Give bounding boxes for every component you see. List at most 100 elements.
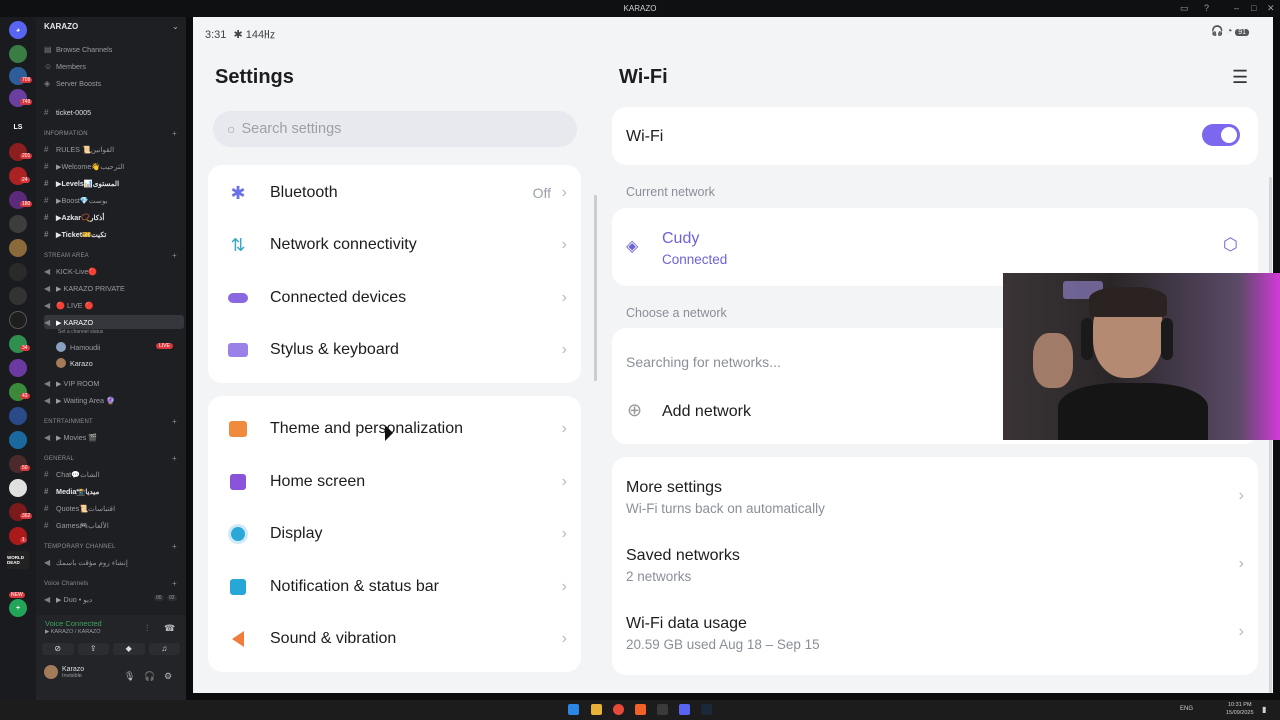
activity-icon[interactable]: ◆ (113, 643, 145, 655)
steam-icon[interactable] (701, 704, 712, 715)
clock-date[interactable]: 15/09/2025 (1226, 710, 1254, 716)
server-icon[interactable] (9, 215, 27, 233)
file-explorer-icon[interactable] (591, 704, 602, 715)
server-icon[interactable] (9, 407, 27, 425)
server-icon[interactable] (9, 359, 27, 377)
settings-item-devices[interactable]: Connected devices › (208, 272, 581, 324)
add-channel-icon[interactable]: + (172, 251, 177, 260)
screen-share-icon[interactable]: ⇪ (77, 643, 109, 655)
add-channel-icon[interactable]: + (172, 417, 177, 426)
add-channel-icon[interactable]: + (172, 454, 177, 463)
headphones-icon[interactable]: 🎧 (144, 671, 155, 682)
channel-rules[interactable]: # RULES 📜القوانين (44, 142, 180, 156)
settings-item-network[interactable]: ⇅ Network connectivity › (208, 219, 581, 271)
inbox-icon[interactable]: ▭ (1180, 3, 1189, 14)
camera-off-icon[interactable]: ⊘ (42, 643, 74, 655)
channel-chat[interactable]: # Chat💬الشات (44, 467, 180, 481)
settings-item-keyboard[interactable]: Stylus & keyboard › (208, 324, 581, 376)
windows-start-icon[interactable] (568, 704, 579, 715)
maximize-button[interactable]: □ (1251, 3, 1256, 13)
guild-name[interactable]: KARAZO (44, 22, 78, 31)
chrome-icon[interactable] (613, 704, 624, 715)
channel-vip-room[interactable]: ◀ ▶ VIP ROOM (44, 376, 180, 390)
more-settings-item[interactable]: More settings Wi-Fi turns back on automa… (612, 467, 1258, 527)
search-input[interactable]: ○ Search settings (213, 111, 577, 147)
channel-kick-live[interactable]: ◀ KICK-Live🔴 (44, 264, 180, 278)
channel-karazo-voice[interactable]: ◀ ▶ KARAZO (44, 315, 184, 329)
user-panel[interactable]: Karazo Invisible (44, 665, 84, 679)
server-icon[interactable] (9, 311, 27, 329)
chevron-down-icon[interactable]: ⌄ (172, 22, 179, 31)
channel-live[interactable]: ◀ 🔴 LIVE 🔴 (44, 298, 180, 312)
help-icon[interactable]: ? (1204, 3, 1209, 13)
close-button[interactable]: ✕ (1267, 3, 1275, 14)
channel-games[interactable]: # Games🎮الألعاب (44, 518, 180, 532)
channel-media[interactable]: # Media📸ميديا (44, 484, 180, 498)
category-entertainment[interactable]: ENTRTAINMENT (44, 419, 93, 425)
settings-item-display[interactable]: Display › (208, 508, 581, 560)
network-settings-icon[interactable]: ⬡ (1223, 235, 1238, 255)
server-icon[interactable] (9, 263, 27, 281)
brave-icon[interactable] (635, 704, 646, 715)
hash-icon: # (44, 195, 49, 205)
channel-temp-create[interactable]: ◀ إنشاء روم مؤقت باسمك (44, 555, 180, 569)
voice-user-karazo[interactable]: Karazo (56, 356, 192, 370)
channel-ticket-info[interactable]: # ▶Ticket🎫تكيت (44, 227, 180, 241)
settings-item-bluetooth[interactable]: ✱ Bluetooth Off › (208, 167, 581, 219)
voice-location[interactable]: ▶ KARAZO / KARAZO (45, 629, 101, 635)
add-server-icon[interactable]: + (9, 599, 27, 617)
minimize-button[interactable]: – (1234, 3, 1239, 13)
server-icon[interactable] (9, 287, 27, 305)
settings-item-sound[interactable]: Sound & vibration › (208, 613, 581, 665)
server-world-dead[interactable]: WORLD DEAD (7, 551, 29, 569)
category-voice[interactable]: Voice Channels (44, 581, 89, 587)
settings-item-home-screen[interactable]: Home screen › (208, 456, 581, 508)
split-view-icon[interactable]: ☰ (1232, 67, 1248, 88)
category-stream[interactable]: STREAM AREA (44, 253, 89, 259)
saved-networks-item[interactable]: Saved networks 2 networks › (612, 535, 1258, 595)
server-icon[interactable] (9, 239, 27, 257)
category-temporary[interactable]: TEMPORARY CHANNEL (44, 544, 116, 550)
noise-suppression-icon[interactable]: ⫶ (146, 623, 148, 634)
gear-icon[interactable]: ⚙ (164, 671, 172, 682)
add-network-button[interactable]: ⊕ Add network (612, 390, 1002, 432)
wifi-data-usage-item[interactable]: Wi-Fi data usage 20.59 GB used Aug 18 – … (612, 603, 1258, 663)
server-icon[interactable] (9, 431, 27, 449)
channel-karazo-private[interactable]: ◀ ▶ KARAZO PRIVATE (44, 281, 180, 295)
settings-item-notification[interactable]: Notification & status bar › (208, 561, 581, 613)
voice-icon: ◀ (44, 317, 51, 327)
language-indicator[interactable]: ENG (1180, 706, 1193, 712)
add-channel-icon[interactable]: + (172, 129, 177, 138)
channel-waiting-area[interactable]: ◀ ▶ Waiting Area 🔮 (44, 393, 180, 407)
channel-quotes[interactable]: # Quotes📜اقتباسات (44, 501, 180, 515)
category-information[interactable]: INFORMATION (44, 131, 88, 137)
add-channel-icon[interactable]: + (172, 542, 177, 551)
server-boosts[interactable]: ◈ Server Boosts (44, 76, 180, 90)
discord-home-icon[interactable]: ◕ (9, 21, 27, 39)
settings-group-display: Theme and personalization › Home screen … (208, 396, 581, 672)
channel-boost[interactable]: # ▶Boost💎بوست (44, 193, 180, 207)
clock-time[interactable]: 10:31 PM (1228, 702, 1252, 708)
channel-levels[interactable]: # ▶Levels📊المستوى (44, 176, 180, 190)
add-channel-icon[interactable]: + (172, 579, 177, 588)
channel-welcome[interactable]: # ▶Welcome👋الترحيب (44, 159, 180, 173)
channel-azkar[interactable]: # ▶Azkar📿أذكار (44, 210, 180, 224)
channel-movies[interactable]: ◀ ▶ Movies 🎬 (44, 430, 180, 444)
notification-icon[interactable]: ▮ (1262, 705, 1266, 714)
settings-scrollbar[interactable] (594, 195, 597, 381)
server-ls[interactable]: LS (9, 118, 27, 136)
app-icon[interactable] (657, 704, 668, 715)
microphone-icon[interactable]: 🎙 (124, 671, 135, 682)
soundboard-icon[interactable]: ♫ (148, 643, 180, 655)
server-icon[interactable] (9, 479, 27, 497)
settings-item-theme[interactable]: Theme and personalization › (208, 403, 581, 455)
discord-icon[interactable] (679, 704, 690, 715)
channel-ticket[interactable]: # ticket-0005 (44, 105, 180, 119)
members[interactable]: ☺ Members (44, 59, 180, 73)
browse-channels[interactable]: ▤ Browse Channels (44, 42, 180, 56)
channel-status[interactable]: Set a channel status (58, 329, 103, 335)
wifi-toggle[interactable] (1202, 124, 1240, 146)
server-icon[interactable] (9, 45, 27, 63)
disconnect-icon[interactable]: ☎ (164, 623, 175, 634)
category-general[interactable]: GENERAL (44, 456, 74, 462)
